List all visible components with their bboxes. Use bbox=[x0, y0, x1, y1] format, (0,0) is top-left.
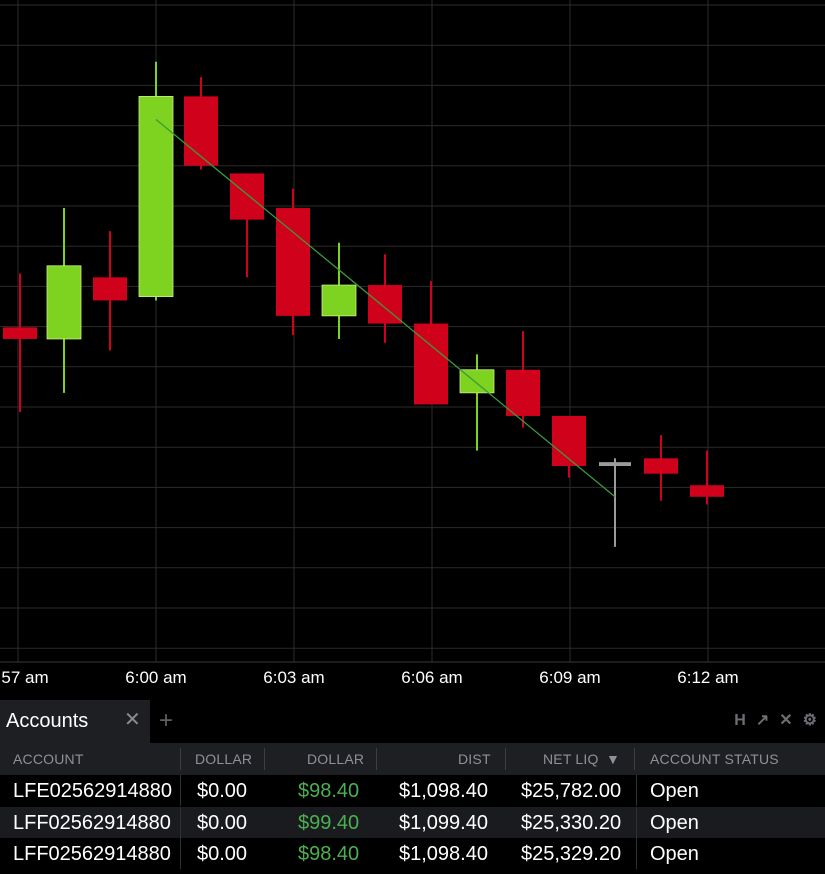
col-header-net-liq[interactable]: NET LIQ bbox=[543, 751, 599, 767]
cell-dollar-2: $99.40 bbox=[298, 811, 360, 834]
gear-icon[interactable]: ⚙ bbox=[803, 712, 817, 730]
cell-net-liq: $25,329.20 bbox=[521, 843, 622, 865]
cell-divider bbox=[180, 806, 181, 838]
cell-divider bbox=[636, 838, 637, 869]
col-header-account[interactable]: ACCOUNT bbox=[13, 751, 84, 767]
x-tick-label: 6:00 am bbox=[125, 668, 186, 687]
col-header-dollar-2[interactable]: DOLLAR bbox=[307, 751, 364, 767]
tab-accounts[interactable]: Accounts ✕ bbox=[0, 700, 150, 743]
cell-dollar-2: $98.40 bbox=[298, 843, 360, 865]
cell-dollar-2: $98.40 bbox=[298, 780, 360, 802]
candlestick-chart[interactable]: 57 am 6:00 am 6:03 am 6:06 am 6:09 am 6:12 am bbox=[0, 0, 825, 700]
cell-dollar-1: $0.00 bbox=[197, 780, 248, 802]
hide-icon[interactable]: H bbox=[734, 712, 746, 730]
sort-desc-icon[interactable]: ▼ bbox=[606, 751, 620, 767]
cell-dist: $1,098.40 bbox=[399, 780, 488, 802]
add-tab-icon[interactable]: + bbox=[159, 708, 173, 734]
table-row[interactable]: LFE02562914880 $0.00 $98.40 $1,098.40 $2… bbox=[0, 775, 825, 807]
candle-body bbox=[46, 265, 82, 340]
cell-divider bbox=[636, 806, 637, 838]
candle-body bbox=[276, 208, 310, 316]
candle-body bbox=[644, 458, 678, 474]
cell-dist: $1,098.40 bbox=[399, 843, 488, 865]
candle-body bbox=[690, 485, 724, 497]
table-row[interactable]: LFF02562914880 $0.00 $98.40 $1,098.40 $2… bbox=[0, 838, 825, 870]
col-header-account-status[interactable]: ACCOUNT STATUS bbox=[650, 751, 779, 767]
cell-dist: $1,099.40 bbox=[399, 811, 488, 834]
x-tick-label: 6:09 am bbox=[539, 668, 600, 687]
column-divider[interactable] bbox=[634, 748, 635, 770]
x-tick-label: 57 am bbox=[1, 668, 48, 687]
accounts-panel: Accounts ✕ + H ↗ ✕ ⚙ ACCOUNT DOLLAR DOLL… bbox=[0, 700, 825, 874]
x-tick-label: 6:12 am bbox=[677, 668, 738, 687]
close-icon[interactable]: ✕ bbox=[124, 709, 141, 731]
candle-body bbox=[599, 462, 631, 466]
cell-divider bbox=[180, 775, 181, 806]
panel-toolbar: H ↗ ✕ ⚙ bbox=[734, 712, 817, 730]
cell-status: Open bbox=[650, 811, 699, 834]
table-header: ACCOUNT DOLLAR DOLLAR DIST NET LIQ ▼ ACC… bbox=[0, 743, 825, 775]
trend-line bbox=[155, 118, 616, 498]
col-header-dollar-1[interactable]: DOLLAR bbox=[195, 751, 252, 767]
close-panel-icon[interactable]: ✕ bbox=[779, 712, 792, 730]
candle-body bbox=[138, 96, 174, 297]
accounts-table: ACCOUNT DOLLAR DOLLAR DIST NET LIQ ▼ ACC… bbox=[0, 743, 825, 870]
cell-dollar-1: $0.00 bbox=[197, 843, 248, 865]
column-divider[interactable] bbox=[505, 748, 506, 770]
cell-dollar-1: $0.00 bbox=[197, 811, 248, 834]
candle-body bbox=[93, 277, 127, 301]
cell-account: LFE02562914880 bbox=[13, 780, 173, 802]
candle-body bbox=[230, 173, 264, 220]
column-divider[interactable] bbox=[376, 748, 377, 770]
x-tick-label: 6:03 am bbox=[263, 668, 324, 687]
cell-divider bbox=[180, 838, 181, 869]
candle-body bbox=[321, 284, 357, 317]
col-header-dist[interactable]: DIST bbox=[458, 751, 491, 767]
cell-divider bbox=[636, 775, 637, 806]
candle-body bbox=[184, 96, 218, 166]
pop-out-icon[interactable]: ↗ bbox=[756, 712, 769, 730]
column-divider[interactable] bbox=[180, 748, 181, 770]
table-row[interactable]: LFF02562914880 $0.00 $99.40 $1,099.40 $2… bbox=[0, 806, 825, 838]
candle-body bbox=[3, 327, 37, 339]
cell-status: Open bbox=[650, 780, 699, 802]
cell-account: LFF02562914880 bbox=[13, 811, 171, 834]
candle-body bbox=[506, 369, 540, 416]
column-divider[interactable] bbox=[264, 748, 265, 770]
panel-tab-bar: Accounts ✕ + H ↗ ✕ ⚙ bbox=[0, 700, 825, 743]
tab-accounts-label: Accounts bbox=[6, 710, 89, 732]
cell-net-liq: $25,782.00 bbox=[521, 780, 622, 802]
cell-status: Open bbox=[650, 843, 699, 865]
cell-net-liq: $25,330.20 bbox=[521, 811, 622, 834]
x-tick-label: 6:06 am bbox=[401, 668, 462, 687]
price-chart[interactable]: 57 am 6:00 am 6:03 am 6:06 am 6:09 am 6:12 am bbox=[0, 0, 825, 700]
cell-account: LFF02562914880 bbox=[13, 843, 171, 865]
